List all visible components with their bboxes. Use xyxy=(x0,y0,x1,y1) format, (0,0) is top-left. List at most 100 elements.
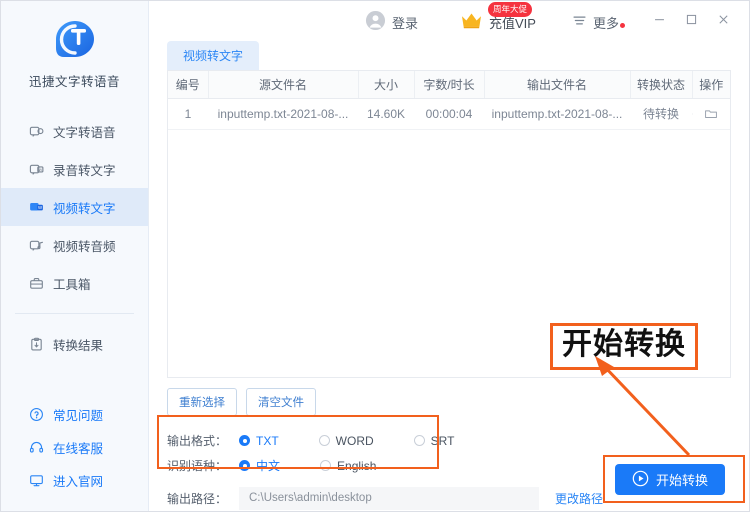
sidebar-item-label: 录音转文字 xyxy=(53,163,116,178)
sidebar-item-results[interactable]: 转换结果 xyxy=(1,325,148,363)
sidebar-item-video-to-text[interactable]: W 视频转文字 xyxy=(1,188,148,226)
sidebar-link-label: 常见问题 xyxy=(53,409,104,423)
monitor-icon xyxy=(29,473,44,488)
table-header-cell: 转换状态 xyxy=(630,71,693,99)
question-circle-icon xyxy=(29,407,44,422)
user-circle-icon xyxy=(365,10,386,34)
output-format-label: 输出格式： xyxy=(167,434,228,448)
main-area: 登录 充值VIP 周年大促 更多 视频转文字 编号 源文件名 大小 字数/时长 … xyxy=(149,1,749,511)
change-path-link[interactable]: 更改路径 xyxy=(555,490,603,507)
sidebar: 迅捷文字转语音 文字转语音 W 录音转文字 W 视频转文字 视频转音频 工具箱 … xyxy=(1,1,149,511)
sidebar-link-faq[interactable]: 常见问题 xyxy=(1,398,148,431)
row-size: 14.60K xyxy=(358,98,414,130)
sidebar-nav: 文字转语音 W 录音转文字 W 视频转文字 视频转音频 工具箱 转换结果 xyxy=(1,112,148,363)
close-icon xyxy=(717,13,730,31)
radio-dot-icon xyxy=(239,435,250,446)
delete-circle-icon[interactable] xyxy=(729,107,730,121)
radio-dot-icon xyxy=(320,460,332,471)
minimize-button[interactable] xyxy=(643,7,675,37)
minimize-icon xyxy=(653,13,666,31)
reselect-button[interactable]: 重新选择 xyxy=(167,388,237,416)
vip-recharge-button[interactable]: 充值VIP 周年大促 xyxy=(450,2,546,33)
sidebar-item-toolbox[interactable]: 工具箱 xyxy=(1,264,148,302)
output-path-value[interactable]: C:\Users\admin\desktop xyxy=(239,486,539,510)
play-circle-icon xyxy=(632,470,649,490)
video-to-audio-icon xyxy=(29,238,44,253)
language-label: 识别语种： xyxy=(167,459,228,473)
language-radio-english[interactable]: English xyxy=(320,459,376,473)
video-to-text-icon: W xyxy=(29,200,44,215)
sidebar-item-label: 工具箱 xyxy=(53,277,91,292)
row-index: 1 xyxy=(168,98,208,130)
svg-text:W: W xyxy=(38,166,42,171)
app-window: 迅捷文字转语音 文字转语音 W 录音转文字 W 视频转文字 视频转音频 工具箱 … xyxy=(0,0,750,512)
table-header-cell: 编号 xyxy=(168,71,209,99)
radio-dot-icon xyxy=(318,435,330,446)
sidebar-link-label: 在线客服 xyxy=(53,442,104,456)
row-status: 待转换 xyxy=(630,98,692,130)
row-output-name: inputtemp.txt-2021-08-... xyxy=(484,98,630,130)
folder-icon[interactable] xyxy=(704,107,718,121)
start-conversion-label: 开始转换 xyxy=(655,473,708,488)
more-notification-dot xyxy=(620,22,625,28)
text-to-speech-icon xyxy=(29,124,44,139)
radio-label: English xyxy=(337,458,377,473)
format-radio-srt[interactable]: SRT xyxy=(413,433,455,448)
hamburger-icon xyxy=(572,13,587,31)
maximize-icon xyxy=(685,13,698,31)
language-radio-chinese[interactable]: 中文 xyxy=(239,457,280,474)
output-format-row: 输出格式： TXT WORD SRT xyxy=(167,428,731,453)
close-button[interactable] xyxy=(707,7,739,37)
title-bar: 登录 充值VIP 周年大促 更多 xyxy=(149,1,749,43)
radio-label: 中文 xyxy=(256,459,281,473)
speech-bubble-t-icon xyxy=(52,17,98,63)
headset-icon xyxy=(29,440,44,455)
radio-dot-icon xyxy=(239,460,250,471)
table-header-cell: 输出文件名 xyxy=(484,71,631,99)
eye-icon[interactable] xyxy=(692,107,693,121)
login-label: 登录 xyxy=(392,15,419,31)
sidebar-item-label: 视频转文字 xyxy=(53,201,116,216)
sidebar-item-video-to-audio[interactable]: 视频转音频 xyxy=(1,226,148,264)
maximize-button[interactable] xyxy=(675,7,707,37)
format-radio-txt[interactable]: TXT xyxy=(239,434,279,448)
table-row[interactable]: 1 inputtemp.txt-2021-08-... 14.60K 00:00… xyxy=(168,98,730,130)
results-icon xyxy=(29,337,44,352)
sidebar-link-support[interactable]: 在线客服 xyxy=(1,431,148,464)
tab-bar: 视频转文字 xyxy=(149,41,749,70)
table-header-cell: 大小 xyxy=(358,71,415,99)
format-radio-word[interactable]: WORD xyxy=(318,434,374,448)
radio-dot-icon xyxy=(413,435,425,446)
more-menu-button[interactable]: 更多 xyxy=(562,13,629,32)
table-header-row: 编号 源文件名 大小 字数/时长 输出文件名 转换状态 操作 xyxy=(168,71,730,99)
audio-to-text-icon: W xyxy=(29,162,44,177)
table-header-cell: 源文件名 xyxy=(208,71,359,99)
login-button[interactable]: 登录 xyxy=(355,10,428,34)
radio-label: SRT xyxy=(430,433,455,448)
sidebar-links: 常见问题 在线客服 进入官网 xyxy=(1,398,148,511)
start-conversion-button[interactable]: 开始转换 xyxy=(614,464,725,495)
file-action-buttons: 重新选择 清空文件 xyxy=(167,378,731,428)
more-label: 更多 xyxy=(592,15,619,31)
file-table: 编号 源文件名 大小 字数/时长 输出文件名 转换状态 操作 1 inputte… xyxy=(167,70,731,130)
clear-files-button[interactable]: 清空文件 xyxy=(246,388,316,416)
toolbox-icon xyxy=(29,276,44,291)
table-header-cell: 字数/时长 xyxy=(414,71,485,99)
crown-icon xyxy=(460,11,483,33)
output-path-label: 输出路径： xyxy=(167,491,228,506)
sidebar-item-audio-to-text[interactable]: W 录音转文字 xyxy=(1,150,148,188)
annotation-callout-text: 开始转换 xyxy=(550,323,698,370)
sidebar-item-text-to-speech[interactable]: 文字转语音 xyxy=(1,112,148,150)
sidebar-item-label: 视频转音频 xyxy=(53,239,116,254)
app-logo-block: 迅捷文字转语音 xyxy=(1,1,148,102)
tab-video-to-text[interactable]: 视频转文字 xyxy=(167,41,260,70)
sidebar-divider xyxy=(15,313,134,314)
radio-label: TXT xyxy=(256,433,279,448)
sidebar-link-website[interactable]: 进入官网 xyxy=(1,464,148,497)
row-source-name: inputtemp.txt-2021-08-... xyxy=(208,98,358,130)
row-duration: 00:00:04 xyxy=(414,98,484,130)
table-header-cell: 操作 xyxy=(692,71,730,99)
app-logo-text: 迅捷文字转语音 xyxy=(28,75,120,89)
sidebar-item-label: 文字转语音 xyxy=(53,125,116,140)
sidebar-item-label: 转换结果 xyxy=(53,338,104,353)
